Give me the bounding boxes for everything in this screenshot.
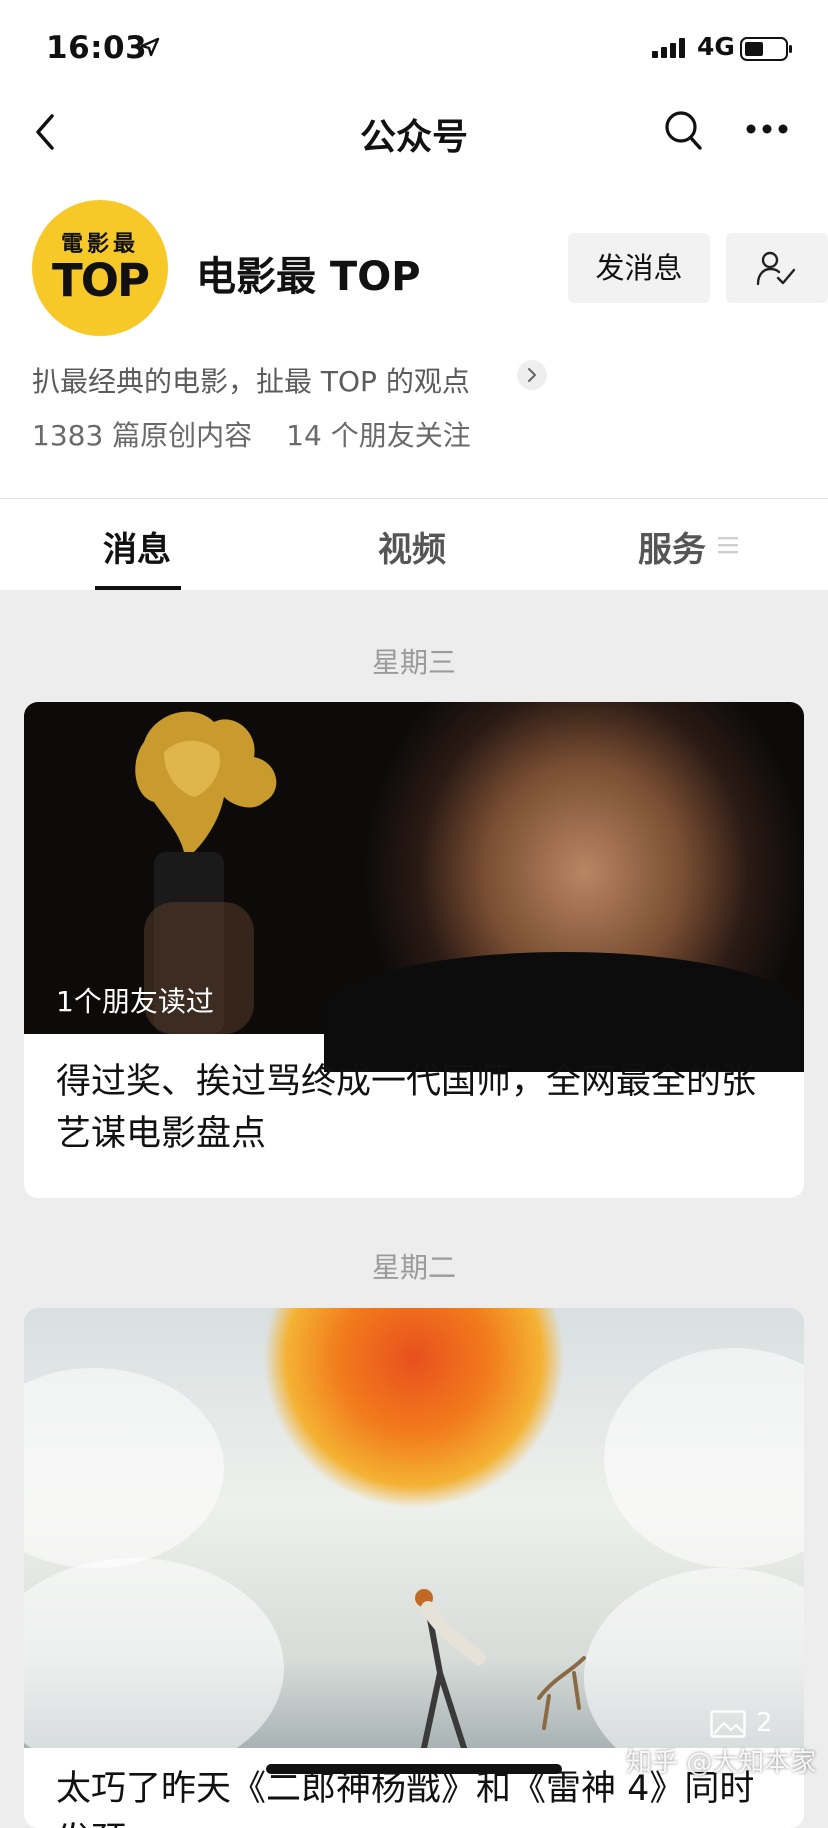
original-count[interactable]: 1383 篇原创内容: [32, 419, 252, 452]
more-icon[interactable]: [746, 123, 788, 135]
tab-videos[interactable]: 视频: [378, 522, 446, 571]
article-cover-image: [24, 1308, 804, 1788]
divider: [0, 498, 828, 499]
figure-graphic: [415, 1589, 586, 1748]
chevron-right-icon: [528, 368, 536, 382]
intro-expand-button[interactable]: [517, 360, 547, 390]
search-icon[interactable]: [664, 108, 704, 152]
article-title[interactable]: 得过奖、挨过骂终成一代国师，全网最全的张艺谋电影盘点: [56, 1056, 772, 1160]
network-type: 4G: [697, 32, 735, 61]
image-count-number: 2: [756, 1708, 773, 1738]
account-intro[interactable]: 扒最经典的电影，扯最 TOP 的观点: [32, 360, 470, 400]
followed-button[interactable]: [726, 233, 828, 303]
account-stats: 1383 篇原创内容 14 个朋友关注: [32, 414, 471, 454]
friends-following[interactable]: 14 个朋友关注: [286, 419, 471, 452]
image-icon: [710, 1709, 746, 1738]
status-time: 16:03: [46, 30, 148, 66]
tab-services[interactable]: 服务: [638, 522, 706, 571]
signal-icon: [652, 38, 685, 58]
article-card[interactable]: 1个朋友读过 得过奖、挨过骂终成一代国师，全网最全的张艺谋电影盘点: [24, 702, 804, 1198]
image-count: 2: [710, 1708, 773, 1738]
cloud: [24, 1558, 284, 1778]
friend-read-label: 1个朋友读过: [56, 985, 214, 1018]
watermark: 知乎 @大知本家: [626, 1748, 817, 1778]
avatar[interactable]: 電影最 TOP: [32, 200, 168, 336]
account-name: 电影最 TOP: [196, 254, 421, 300]
avatar-logo-main: TOP: [52, 254, 150, 307]
active-tab-indicator: [95, 586, 181, 590]
location-arrow-icon: [140, 37, 160, 57]
cloud: [604, 1348, 804, 1568]
user-check-icon: [756, 251, 796, 286]
day-label: 星期二: [371, 1251, 456, 1284]
day-label: 星期三: [371, 646, 456, 679]
home-indicator[interactable]: [266, 1764, 562, 1774]
cover-detail: [324, 952, 804, 1072]
menu-icon[interactable]: [718, 536, 738, 554]
battery-icon: [740, 37, 792, 61]
send-message-button[interactable]: 发消息: [568, 233, 710, 303]
cloud: [24, 1368, 224, 1568]
tab-messages[interactable]: 消息: [103, 522, 171, 571]
